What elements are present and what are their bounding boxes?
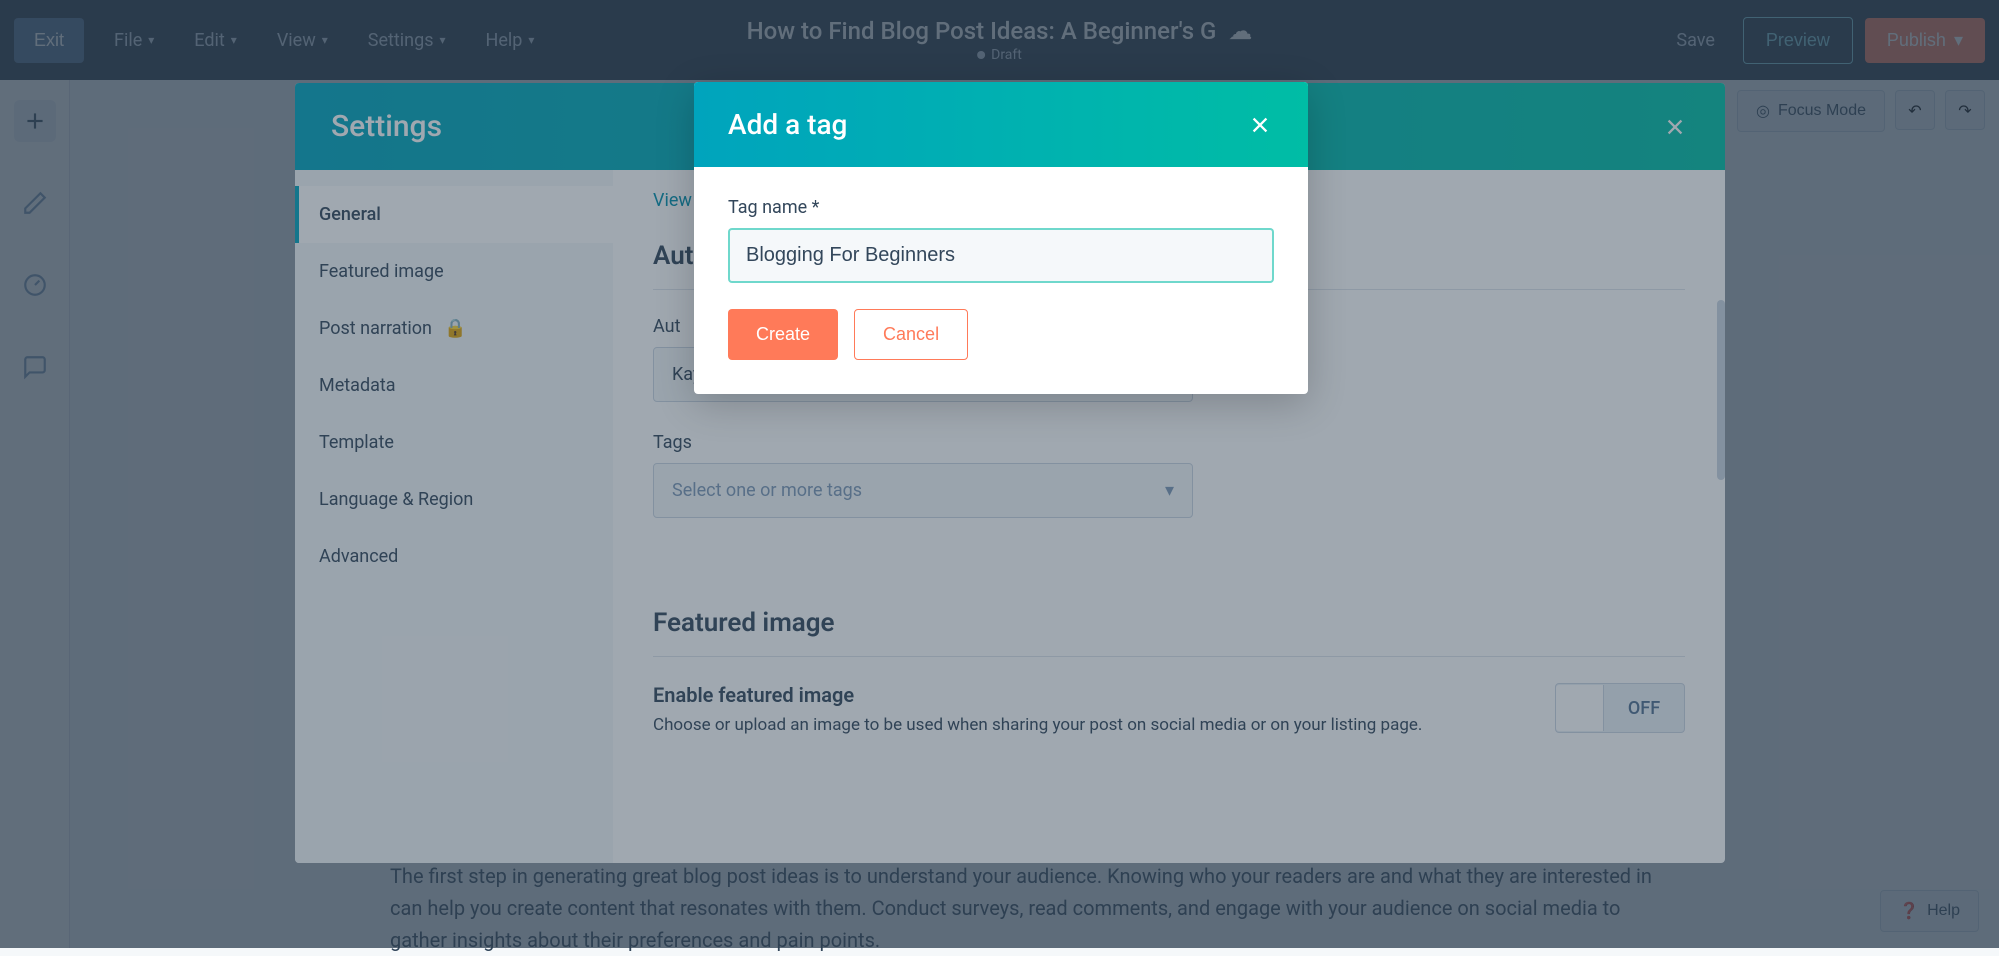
tag-name-label: Tag name *: [728, 197, 1274, 218]
modal-header: Add a tag: [694, 82, 1308, 167]
modal-close-button[interactable]: [1246, 111, 1274, 139]
tag-name-input[interactable]: [728, 228, 1274, 283]
add-tag-modal: Add a tag Tag name * Create Cancel: [694, 82, 1308, 394]
cancel-button[interactable]: Cancel: [854, 309, 968, 360]
create-button[interactable]: Create: [728, 309, 838, 360]
modal-title: Add a tag: [728, 108, 847, 141]
modal-actions: Create Cancel: [728, 309, 1274, 360]
modal-body: Tag name * Create Cancel: [694, 167, 1308, 394]
